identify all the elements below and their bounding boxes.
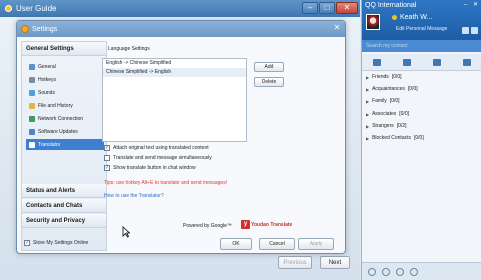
personal-message[interactable]: Edit Personal Message <box>396 26 447 32</box>
contact-group-blocked[interactable]: ▶ Blocked Contacts [0/0] <box>366 135 424 141</box>
mail-icon[interactable] <box>471 27 478 34</box>
contact-group-acquaintances[interactable]: ▶ Acquaintances [0/0] <box>366 86 418 92</box>
sidebar-item-hotkeys[interactable]: Hotkeys <box>26 74 104 85</box>
translate-send-option[interactable]: Translate and send message simultaneousl… <box>104 155 212 161</box>
sidebar-item-general[interactable]: General <box>26 61 104 72</box>
avatar[interactable] <box>366 14 380 30</box>
edit-icon[interactable] <box>410 267 418 276</box>
settings-icon[interactable] <box>368 267 376 276</box>
qq-panel: QQ International – ✕ Keath W... Edit Per… <box>361 0 481 280</box>
qq-logo-icon <box>5 5 12 12</box>
qq-header: QQ International – ✕ Keath W... Edit Per… <box>362 0 481 40</box>
previous-button[interactable]: Previous <box>278 256 312 269</box>
show-translate-button-option[interactable]: ✓ Show translate button in chat window <box>104 165 196 171</box>
search-icon[interactable] <box>382 267 390 276</box>
groups-tab-icon[interactable] <box>433 58 441 66</box>
sidebar-item-sounds[interactable]: Sounds <box>26 87 104 98</box>
sidebar-item-network[interactable]: Network Connection <box>26 113 104 124</box>
mouse-cursor-icon <box>122 226 130 238</box>
network-icon <box>29 115 35 122</box>
contact-search-input[interactable]: Search my contact <box>362 40 481 52</box>
contacts-tab-icon[interactable] <box>403 58 411 66</box>
contact-group-strangers[interactable]: ▶ Strangers [0/2] <box>366 123 407 129</box>
update-icon <box>29 128 35 135</box>
contact-group-associates[interactable]: ▶ Associates [0/0] <box>366 111 409 117</box>
settings-close-button[interactable]: ✕ <box>332 24 342 33</box>
language-settings-label: Language Settings <box>108 46 150 52</box>
qq-minimize-button[interactable]: – <box>461 2 470 9</box>
maximize-button[interactable]: □ <box>319 2 335 14</box>
security-privacy-header[interactable]: Security and Privacy <box>22 214 106 228</box>
show-translate-button-checkbox[interactable]: ✓ <box>104 165 110 171</box>
contact-group-friends[interactable]: ▶ Friends [0/0] <box>366 74 402 80</box>
speaker-icon <box>29 89 35 96</box>
sidebar-item-updates[interactable]: Software Updates <box>26 126 104 137</box>
translate-send-checkbox[interactable] <box>104 155 110 161</box>
delete-button[interactable]: Delete <box>254 77 284 87</box>
folder-icon <box>29 102 35 109</box>
settings-gear-icon <box>21 25 29 33</box>
qq-user-name[interactable]: Keath W... <box>392 14 432 21</box>
youdao-logo: y Youdao Translate <box>241 219 292 230</box>
language-row[interactable]: Chinese Simplified -> English <box>103 68 246 77</box>
qq-tab-bar <box>362 54 481 71</box>
chat-tab-icon[interactable] <box>373 58 381 66</box>
qq-close-button[interactable]: ✕ <box>471 2 480 9</box>
attach-original-option[interactable]: ✓ Attach original text using translated … <box>104 145 209 151</box>
status-alerts-header[interactable]: Status and Alerts <box>22 184 106 198</box>
settings-icon <box>29 63 35 70</box>
recent-tab-icon[interactable] <box>463 58 471 66</box>
howto-link[interactable]: How to use the Translator? <box>104 193 164 199</box>
general-settings-header[interactable]: General Settings <box>22 42 106 56</box>
guide-navigation: Previous Next <box>278 256 350 269</box>
settings-title: Settings <box>32 25 58 33</box>
next-button[interactable]: Next <box>320 256 350 269</box>
add-button[interactable]: Add <box>254 62 284 72</box>
youdao-icon: y <box>241 220 250 229</box>
cancel-button[interactable]: Cancel <box>259 238 295 250</box>
keyboard-icon <box>29 76 35 83</box>
contact-group-family[interactable]: ▶ Family [0/0] <box>366 98 400 104</box>
minimize-button[interactable]: – <box>302 2 318 14</box>
guide-title: User Guide <box>16 4 57 13</box>
contacts-icon[interactable] <box>462 27 469 34</box>
language-list[interactable]: English -> Chinese Simplified Chinese Si… <box>102 58 247 142</box>
store-settings-option[interactable]: ✓ Store My Settings Online <box>24 240 88 246</box>
translator-icon <box>29 141 35 148</box>
qq-title: QQ International <box>365 2 417 9</box>
attach-original-checkbox[interactable]: ✓ <box>104 145 110 151</box>
close-button[interactable]: ✕ <box>336 2 358 14</box>
tips-text: Tips: use hotkey Alt+E to translate and … <box>104 180 228 186</box>
guide-title-bar: User Guide – □ ✕ <box>0 0 360 17</box>
ok-button[interactable]: OK <box>220 238 252 250</box>
settings-sidebar: General Settings General Hotkeys Sounds … <box>21 41 107 251</box>
sidebar-item-file-history[interactable]: File and History <box>26 100 104 111</box>
language-row[interactable]: English -> Chinese Simplified <box>103 59 246 68</box>
qq-footer <box>362 262 481 280</box>
apply-button[interactable]: Apply <box>298 238 334 250</box>
powered-by-label: Powered by Google™ <box>183 223 232 229</box>
zone-icon[interactable] <box>396 267 404 276</box>
contacts-chats-header[interactable]: Contacts and Chats <box>22 199 106 213</box>
settings-title-bar: Settings ✕ <box>17 21 345 37</box>
sidebar-item-translator[interactable]: Translator <box>26 139 104 150</box>
online-status-icon[interactable] <box>392 15 397 20</box>
store-settings-checkbox[interactable]: ✓ <box>24 240 30 246</box>
